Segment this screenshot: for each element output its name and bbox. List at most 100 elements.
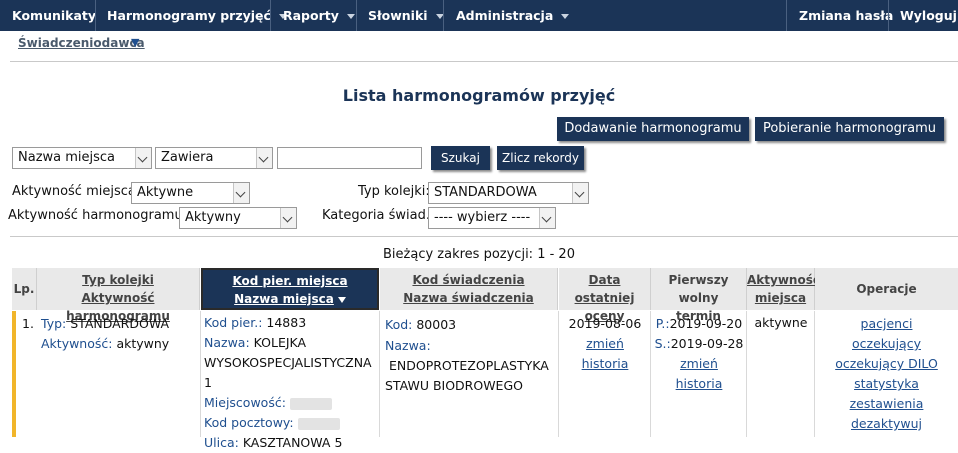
add-schedule-button[interactable]: Dodawanie harmonogramu xyxy=(557,117,749,141)
chevron-down-icon xyxy=(256,148,272,168)
triangle-down-icon[interactable]: ▼ xyxy=(131,36,139,49)
search-field-select[interactable]: Nazwa miejsca xyxy=(12,147,152,169)
queue-type-select[interactable]: STANDARDOWA xyxy=(428,182,589,204)
header-last-eval: Data ostatniej oceny xyxy=(559,268,651,323)
sort-place-name-link[interactable]: Nazwa miejsca xyxy=(234,292,334,306)
op-waiting-link[interactable]: oczekujący xyxy=(852,336,921,351)
header-first-free: Pierwszy wolny termin xyxy=(651,268,747,323)
row-place-activity-cell: aktywne xyxy=(747,313,815,333)
field-label: Typ: xyxy=(41,316,67,331)
schedule-activity-value: aktywny xyxy=(116,336,170,351)
row-service-cell: Kod: 80003 Nazwa: ENDOPROTEZOPLASTYKA ST… xyxy=(385,315,557,396)
chevron-down-icon xyxy=(233,183,249,203)
op-waiting-dilo-link[interactable]: oczekujący DILO xyxy=(835,356,938,371)
select-value: Aktywny xyxy=(185,210,241,225)
nav-change-password[interactable]: Zmiana hasła xyxy=(799,0,893,31)
queue-type-label: Typ kolejki: xyxy=(358,184,430,199)
row-first-free-cell: P.:2019-09-20 S.:2019-09-28 zmień histor… xyxy=(651,314,747,394)
nav-separator xyxy=(888,0,889,31)
sort-service-name-link[interactable]: Nazwa świadczenia xyxy=(403,291,534,305)
schedule-activity-label: Aktywność harmonogramu: xyxy=(8,208,188,223)
eval-history-link[interactable]: historia xyxy=(582,356,629,371)
chevron-down-icon xyxy=(135,148,151,168)
op-patients-link[interactable]: pacjenci xyxy=(861,316,913,331)
range-text: Bieżący zakres pozycji: 1 - 20 xyxy=(383,247,575,262)
divider xyxy=(10,61,958,62)
nav-separator xyxy=(356,0,357,31)
service-code-value: 80003 xyxy=(416,317,457,332)
sort-queue-type-link[interactable]: Typ kolejki xyxy=(82,273,154,287)
header-place: Kod pier. miejsca Nazwa miejsca xyxy=(201,268,379,310)
download-schedule-button[interactable]: Pobieranie harmonogramu xyxy=(755,117,944,141)
nav-label: Harmonogramy przyjęć xyxy=(107,8,271,23)
field-label: Nazwa: xyxy=(204,335,250,350)
top-navbar: Komunikaty Harmonogramy przyjęć Raporty … xyxy=(0,0,958,31)
caret-down-icon xyxy=(561,14,570,19)
column-divider xyxy=(379,311,380,437)
op-reports-link[interactable]: zestawienia xyxy=(850,396,924,411)
op-statistics-link[interactable]: statystyka xyxy=(854,376,919,391)
header-label: Lp. xyxy=(13,282,35,296)
op-deactivate-link[interactable]: dezaktywuj xyxy=(851,416,922,431)
last-eval-date: 2019-08-06 xyxy=(568,316,642,331)
header-label: Pierwszy wolny xyxy=(668,273,729,305)
search-operator-select[interactable]: Zawiera xyxy=(155,147,273,169)
divider xyxy=(10,236,958,237)
sort-place-activity-link[interactable]: Aktywność xyxy=(747,273,820,287)
service-name-value-cont: STAWU BIODROWEGO xyxy=(385,378,523,393)
nav-separator xyxy=(443,0,444,31)
nav-label: Wyloguj xyxy=(900,8,957,23)
category-label: Kategoria świad.: xyxy=(322,208,435,223)
page-title: Lista harmonogramów przyjęć xyxy=(342,86,616,105)
street-value: KASZTANOWA 5 xyxy=(242,435,343,450)
change-eval-link[interactable]: zmień xyxy=(586,336,624,351)
field-label: Nazwa: xyxy=(385,338,431,353)
change-term-link[interactable]: zmień xyxy=(680,356,718,371)
caret-down-icon xyxy=(346,14,355,19)
chevron-down-icon xyxy=(572,183,588,203)
count-records-button[interactable]: Zlicz rekordy xyxy=(497,146,584,170)
sort-service-code-link[interactable]: Kod świadczenia xyxy=(412,273,524,287)
nav-label: Komunikaty xyxy=(12,8,97,23)
nav-label: Słowniki xyxy=(368,8,428,23)
sort-place-code-link[interactable]: Kod pier. miejsca xyxy=(232,274,347,288)
term-history-link[interactable]: historia xyxy=(676,376,723,391)
nav-harmonogramy[interactable]: Harmonogramy przyjęć xyxy=(107,0,287,31)
place-code-value: 14883 xyxy=(266,315,307,330)
sort-place-activity-link-2[interactable]: miejsca xyxy=(755,291,806,305)
place-name-value: KOLEJKA xyxy=(253,335,307,350)
sort-last-eval-link[interactable]: Data ostatniej xyxy=(575,273,635,305)
nav-separator xyxy=(270,0,271,31)
nav-administracja[interactable]: Administracja xyxy=(456,0,570,31)
row-highlight-bar xyxy=(12,311,16,437)
field-label: Aktywność: xyxy=(41,336,113,351)
place-activity-label: Aktywność miejsca: xyxy=(12,184,141,199)
sort-desc-icon xyxy=(337,296,346,303)
breadcrumb-provider[interactable]: Świadczeniodawca xyxy=(18,36,145,50)
nav-slowniki[interactable]: Słowniki xyxy=(368,0,444,31)
select-value: STANDARDOWA xyxy=(434,185,537,200)
field-label: Kod pier.: xyxy=(204,315,263,330)
field-label: S.: xyxy=(654,336,671,351)
search-input[interactable] xyxy=(277,147,422,169)
select-value: Nazwa miejsca xyxy=(18,150,116,165)
select-value: Aktywne xyxy=(137,185,194,200)
category-select[interactable]: ---- wybierz ---- xyxy=(428,207,556,229)
chevron-down-icon xyxy=(539,208,555,228)
redacted-value xyxy=(289,397,332,410)
search-button[interactable]: Szukaj xyxy=(431,146,490,170)
first-free-s-date: 2019-09-28 xyxy=(670,336,744,351)
nav-komunikaty[interactable]: Komunikaty xyxy=(12,0,96,31)
row-queue-cell: Typ: STANDARDOWA Aktywność: aktywny xyxy=(41,314,169,354)
field-label: Miejscowość: xyxy=(204,395,286,410)
row-last-eval-cell: 2019-08-06 zmień historia xyxy=(559,314,651,374)
nav-label: Zmiana hasła xyxy=(799,8,894,23)
schedule-activity-select[interactable]: Aktywny xyxy=(179,207,297,229)
field-label: Kod pocztowy: xyxy=(204,415,294,430)
nav-logout[interactable]: Wyloguj xyxy=(900,0,957,31)
header-place-activity: Aktywność miejsca xyxy=(747,268,820,310)
header-lp: Lp. xyxy=(12,268,37,310)
nav-raporty[interactable]: Raporty xyxy=(283,0,355,31)
place-activity-select[interactable]: Aktywne xyxy=(131,182,250,204)
redacted-value xyxy=(297,417,340,430)
